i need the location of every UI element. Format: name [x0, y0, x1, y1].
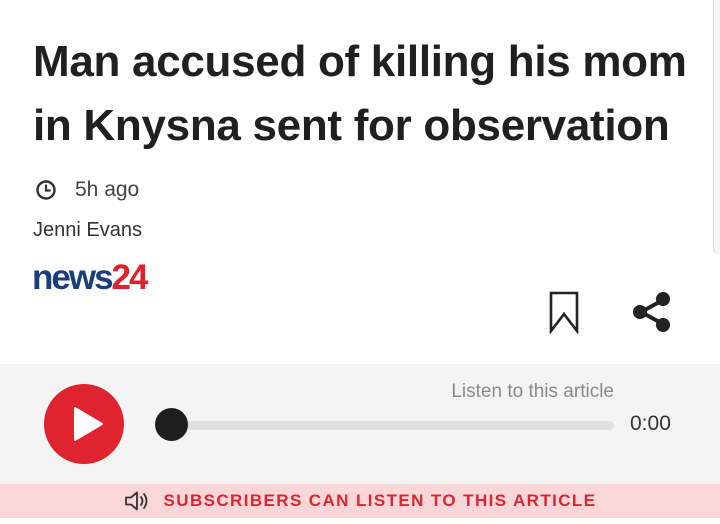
listen-label: Listen to this article — [451, 381, 614, 402]
bookmark-button[interactable] — [548, 290, 580, 335]
clock-icon — [35, 179, 57, 201]
article-headline: Man accused of killing his mom in Knysna… — [33, 37, 687, 150]
progress-track[interactable] — [171, 421, 614, 430]
subscriber-banner-text: SUBSCRIBERS CAN LISTEN TO THIS ARTICLE — [163, 491, 597, 510]
subscriber-banner[interactable]: SUBSCRIBERS CAN LISTEN TO THIS ARTICLE — [0, 484, 720, 518]
article-timestamp: 5h ago — [35, 176, 139, 204]
time-ago-text: 5h ago — [75, 178, 140, 201]
share-button[interactable] — [630, 290, 674, 334]
scrollbar-edge[interactable] — [713, 0, 720, 254]
duration-text: 0:00 — [630, 412, 671, 435]
bookmark-icon — [548, 291, 580, 338]
logo-text-24: 24 — [111, 258, 149, 297]
logo-text-news: news — [32, 258, 114, 297]
audio-player: Listen to this article 0:00 — [0, 364, 720, 484]
speaker-icon — [124, 490, 164, 512]
progress-handle[interactable] — [155, 408, 188, 441]
play-button[interactable] — [44, 384, 124, 464]
share-icon — [630, 292, 674, 338]
article-author[interactable]: Jenni Evans — [33, 219, 142, 242]
news24-logo: news24 — [32, 258, 149, 298]
